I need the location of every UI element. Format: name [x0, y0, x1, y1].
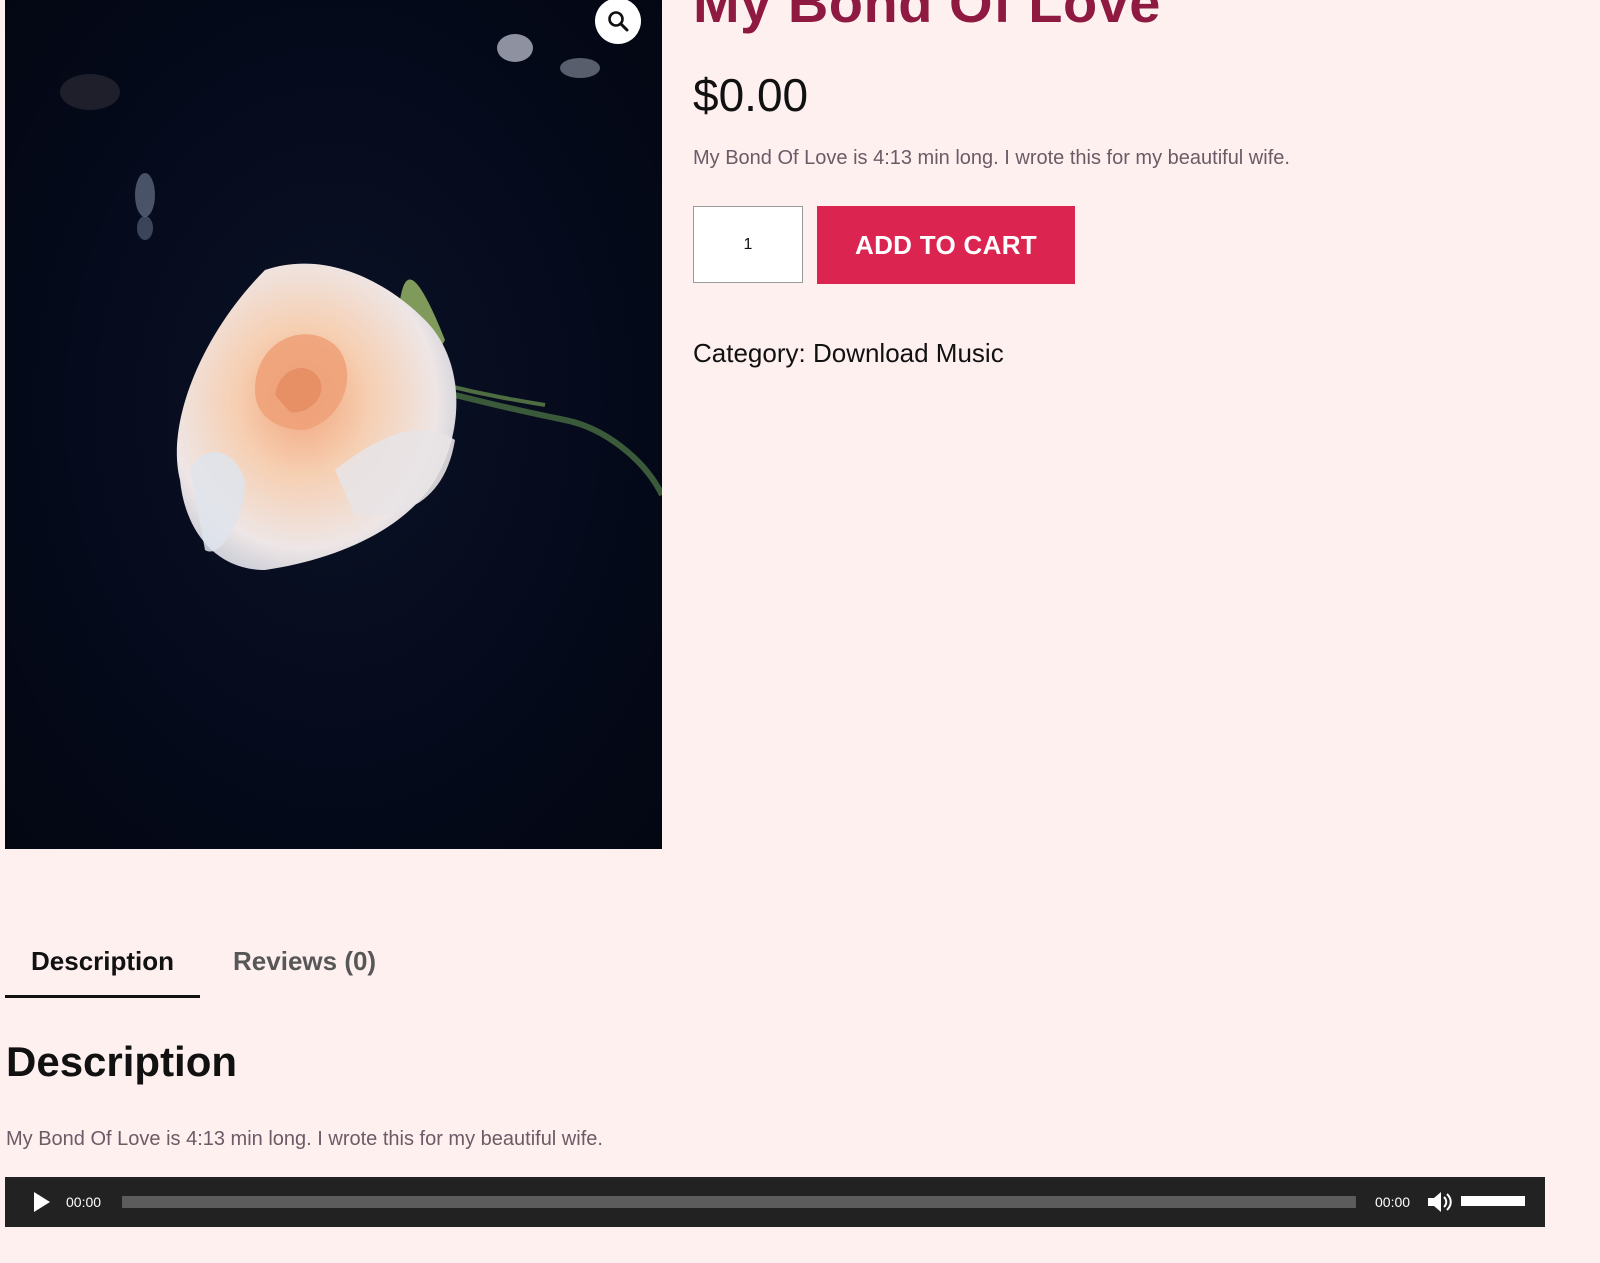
- description-heading: Description: [6, 1038, 238, 1085]
- add-to-cart-button[interactable]: ADD TO CART: [817, 206, 1075, 284]
- magnifier-icon: [608, 11, 629, 32]
- rose-photo: [60, 34, 662, 570]
- tab-reviews[interactable]: Reviews (0): [200, 940, 402, 992]
- duration-time: 00:00: [1375, 1194, 1411, 1210]
- play-icon[interactable]: [29, 1190, 53, 1214]
- tab-description[interactable]: Description: [5, 940, 201, 998]
- zoom-button[interactable]: [595, 0, 641, 44]
- quantity-input[interactable]: [693, 206, 803, 283]
- product-image[interactable]: [5, 0, 662, 849]
- audio-player: 00:00 00:00: [5, 1177, 1545, 1227]
- product-tabs: Description Reviews (0): [5, 940, 402, 998]
- product-category: Category: Download Music: [693, 338, 1004, 369]
- description-text: My Bond Of Love is 4:13 min long. I wrot…: [6, 1128, 603, 1150]
- product-price: $0.00: [693, 69, 809, 121]
- speaker-icon[interactable]: [1427, 1190, 1453, 1214]
- category-link[interactable]: Download Music: [813, 338, 1004, 368]
- category-prefix: Category:: [693, 338, 813, 368]
- volume-slider[interactable]: [1461, 1196, 1525, 1206]
- progress-bar[interactable]: [122, 1196, 1356, 1208]
- product-short-description: My Bond Of Love is 4:13 min long. I wrot…: [693, 147, 1290, 169]
- current-time: 00:00: [66, 1194, 102, 1210]
- product-title: My Bond Of Love: [693, 0, 1161, 34]
